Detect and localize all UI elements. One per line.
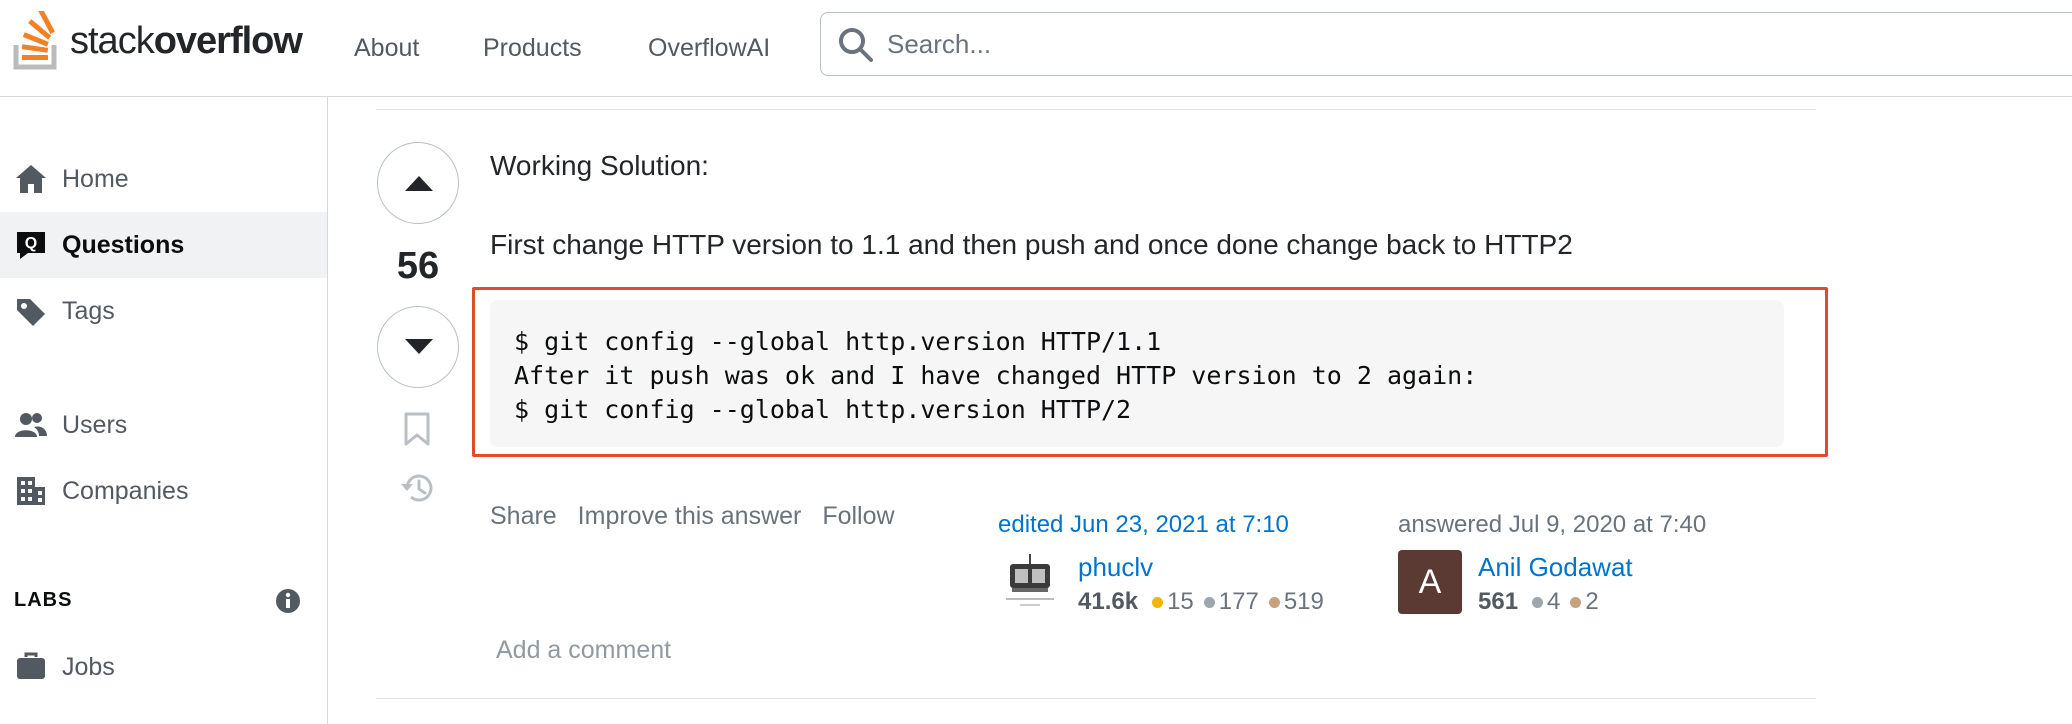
- author-name-link[interactable]: Anil Godawat: [1478, 552, 1633, 583]
- answer-bottom-divider: [376, 698, 1816, 699]
- search-input[interactable]: [885, 13, 2045, 75]
- editor-stats: 41.6k 15 177 519: [1078, 588, 1324, 616]
- sidebar-item-label: Jobs: [62, 652, 115, 681]
- tag-icon: [17, 299, 45, 326]
- briefcase-icon: [17, 652, 45, 679]
- silver-badge-icon: [1532, 596, 1544, 608]
- answer-intro: First change HTTP version to 1.1 and the…: [490, 229, 1573, 260]
- upvote-arrow-icon: [405, 176, 433, 191]
- reputation-score: 561: [1478, 588, 1519, 615]
- reputation-score: 41.6k: [1078, 588, 1139, 615]
- editor-avatar[interactable]: [998, 550, 1062, 614]
- edited-timestamp-link[interactable]: edited Jun 23, 2021 at 7:10: [998, 511, 1289, 539]
- bronze-badge-icon: [1570, 596, 1582, 608]
- top-bar: stackoverflow About Products OverflowAI: [0, 0, 2072, 97]
- users-icon: [15, 413, 47, 437]
- nav-overflowai[interactable]: OverflowAI: [648, 0, 770, 97]
- answer-top-divider: [376, 109, 1816, 110]
- left-sidebar: Home Q Questions Tags Users Companies LA…: [0, 97, 328, 724]
- upvote-button[interactable]: [377, 142, 459, 224]
- answered-timestamp[interactable]: answered Jul 9, 2020 at 7:40: [1398, 511, 1706, 539]
- share-link[interactable]: Share: [490, 502, 557, 530]
- bronze-badge-count: 519: [1283, 588, 1324, 615]
- sidebar-item-label: Users: [62, 410, 128, 439]
- sidebar-item-questions[interactable]: Q Questions: [0, 212, 327, 278]
- search-box[interactable]: [820, 12, 2072, 76]
- info-icon[interactable]: [274, 587, 302, 615]
- sidebar-item-users[interactable]: Users: [0, 392, 327, 458]
- gold-badge-count: 15: [1167, 588, 1194, 615]
- improve-answer-link[interactable]: Improve this answer: [578, 502, 802, 530]
- author-avatar[interactable]: A: [1398, 550, 1462, 614]
- editor-avatar-image: [1006, 554, 1054, 606]
- follow-link[interactable]: Follow: [822, 502, 894, 530]
- sidebar-item-label: Companies: [62, 476, 189, 505]
- post-menu: Share Improve this answer Follow: [490, 502, 895, 531]
- companies-icon: [17, 477, 45, 505]
- home-icon: [16, 165, 46, 193]
- silver-badge-count: 4: [1547, 588, 1561, 615]
- bronze-badge-icon: [1268, 596, 1280, 608]
- sidebar-item-jobs[interactable]: Jobs: [0, 634, 327, 700]
- labs-section-title: LABS: [14, 589, 73, 611]
- stackoverflow-logo-icon: [13, 11, 57, 70]
- stackoverflow-logo[interactable]: stackoverflow: [12, 10, 303, 72]
- bronze-badge-count: 2: [1585, 588, 1599, 615]
- add-comment-link[interactable]: Add a comment: [496, 636, 671, 665]
- gold-badge-icon: [1152, 596, 1164, 608]
- questions-icon: Q: [17, 232, 45, 259]
- search-icon: [839, 28, 873, 62]
- sidebar-item-companies[interactable]: Companies: [0, 458, 327, 524]
- nav-about[interactable]: About: [354, 0, 419, 97]
- downvote-arrow-icon: [405, 339, 433, 354]
- sidebar-item-tags[interactable]: Tags: [0, 278, 327, 344]
- silver-badge-icon: [1203, 596, 1215, 608]
- downvote-button[interactable]: [377, 306, 459, 388]
- editor-name-link[interactable]: phuclv: [1078, 552, 1153, 583]
- answer-heading: Working Solution:: [490, 150, 709, 181]
- vote-count: 56: [396, 245, 440, 287]
- bookmark-icon[interactable]: [402, 412, 432, 446]
- logo-wordmark: stackoverflow: [70, 20, 303, 62]
- sidebar-item-label: Questions: [62, 230, 185, 259]
- highlight-annotation-box: [472, 287, 1828, 457]
- silver-badge-count: 177: [1218, 588, 1259, 615]
- history-icon[interactable]: [398, 470, 436, 506]
- nav-products[interactable]: Products: [483, 0, 582, 97]
- sidebar-item-home[interactable]: Home: [0, 146, 327, 212]
- sidebar-item-label: Home: [62, 164, 129, 193]
- svg-text:Q: Q: [25, 235, 37, 252]
- sidebar-item-label: Tags: [62, 296, 115, 325]
- author-stats: 561 4 2: [1478, 588, 1599, 616]
